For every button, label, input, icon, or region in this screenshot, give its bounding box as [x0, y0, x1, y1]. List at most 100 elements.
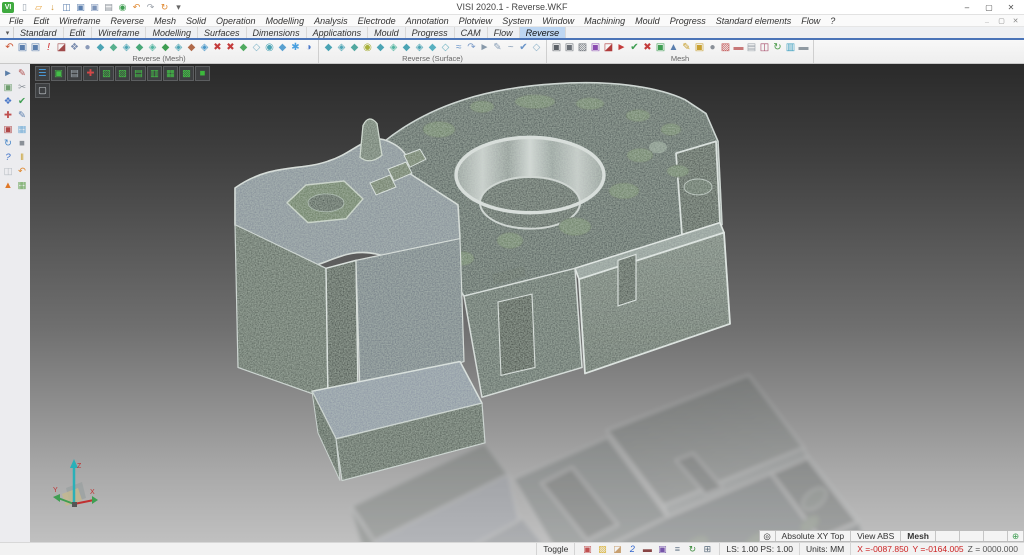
mesh-mode-indicator[interactable]: Mesh [901, 531, 936, 541]
tab-reverse[interactable]: Reverse [520, 27, 567, 38]
mesh-section-icon[interactable]: ◇ [250, 41, 263, 55]
workplane-edit-icon[interactable]: ✚ [1, 108, 15, 122]
surface-cylinder-icon[interactable]: ◈ [387, 41, 400, 55]
curve-offset-icon[interactable]: ◇ [530, 41, 543, 55]
validate-check-icon[interactable]: ✔ [15, 94, 29, 108]
surface-offset-icon[interactable]: ◆ [426, 41, 439, 55]
flame-icon[interactable]: ▲ [1, 178, 15, 192]
dynamic-rotate-icon[interactable]: ✚ [83, 66, 98, 81]
new-file-icon[interactable]: ▯ [18, 1, 31, 14]
mesh-sew-icon[interactable]: ◆ [237, 41, 250, 55]
refresh-icon[interactable]: ↻ [1, 136, 15, 150]
view-back-icon[interactable]: ▨ [115, 66, 130, 81]
curve-analyze-icon[interactable]: ✔ [517, 41, 530, 55]
menu-item[interactable]: Flow [796, 16, 825, 26]
mesh-merge-icon[interactable]: ◆ [159, 41, 172, 55]
selection-frame-icon[interactable]: ▣ [1, 80, 15, 94]
view-menu-icon[interactable]: ☰ [35, 66, 50, 81]
mesh-sphere-fit-icon[interactable]: ● [706, 41, 719, 55]
mesh-info-icon[interactable]: ! [42, 41, 55, 55]
mesh-create-icon[interactable]: ▣ [550, 41, 563, 55]
menu-item[interactable]: Window [537, 16, 579, 26]
menu-item[interactable]: Modelling [261, 16, 310, 26]
menu-item[interactable]: Edit [29, 16, 55, 26]
import-file-icon[interactable]: ↓ [46, 1, 59, 14]
toolbar-options-caret[interactable]: ▾ [2, 27, 14, 38]
pencil-edit-icon[interactable]: ✎ [15, 108, 29, 122]
tab-wireframe[interactable]: Wireframe [92, 27, 146, 38]
menu-item[interactable]: System [497, 16, 537, 26]
mesh-annotate-icon[interactable]: ✎ [680, 41, 693, 55]
mdi-close-button[interactable]: ✕ [1009, 16, 1022, 26]
save-as-icon[interactable]: ▣ [74, 1, 87, 14]
mesh-undo-icon[interactable]: ↶ [3, 41, 16, 55]
view-iso-icon[interactable]: ■ [195, 66, 210, 81]
mesh-shade-plane-icon[interactable]: ▬ [797, 41, 810, 55]
mesh-split-icon[interactable]: ◈ [172, 41, 185, 55]
close-button[interactable]: ✕ [1000, 1, 1022, 14]
minimize-button[interactable]: – [956, 1, 978, 14]
mesh-delete-region-icon[interactable]: ✖ [224, 41, 237, 55]
curve-from-mesh-icon[interactable]: ≈ [452, 41, 465, 55]
mesh-compare-icon[interactable]: ◪ [602, 41, 615, 55]
grid-icon[interactable]: ⊞ [701, 544, 713, 555]
workplane-indicator[interactable]: Absolute XY Top [776, 531, 852, 541]
mesh-sphere-icon[interactable]: ● [81, 41, 94, 55]
menu-item[interactable]: Operation [211, 16, 261, 26]
menu-item[interactable]: Electrode [353, 16, 401, 26]
mesh-wireframe-icon[interactable]: ▨ [576, 41, 589, 55]
save-icon[interactable]: ◫ [60, 1, 73, 14]
workplane-status-icon[interactable]: ▣ [581, 544, 593, 555]
tab-surfaces[interactable]: Surfaces [198, 27, 247, 38]
tab-standard[interactable]: Standard [14, 27, 64, 38]
world-icon[interactable]: ⊕ [1008, 531, 1024, 541]
zoom-tool-icon[interactable]: ◎ [760, 531, 776, 541]
mesh-recycle-icon[interactable]: ↻ [771, 41, 784, 55]
glass-pane-icon[interactable]: ▦ [15, 122, 29, 136]
customize-quick-access-icon[interactable]: ▾ [172, 1, 185, 14]
viewport-canvas[interactable] [30, 64, 1024, 542]
mesh-paint-icon[interactable]: ✱ [289, 41, 302, 55]
menu-item[interactable]: Progress [665, 16, 711, 26]
surface-trim-icon[interactable]: ◈ [413, 41, 426, 55]
menu-item[interactable]: Solid [181, 16, 211, 26]
mesh-refine-icon[interactable]: ❖ [68, 41, 81, 55]
mesh-plane-icon[interactable]: ▬ [732, 41, 745, 55]
sketch-delete-icon[interactable]: ✎ [15, 66, 29, 80]
mesh-deviation-icon[interactable]: ▥ [784, 41, 797, 55]
surface-edge-icon[interactable]: ◇ [439, 41, 452, 55]
menu-item[interactable]: Annotation [401, 16, 454, 26]
gray-cube-icon[interactable]: ■ [15, 136, 29, 150]
menu-item[interactable]: Mesh [149, 16, 181, 26]
plot-preview-icon[interactable]: ◉ [116, 1, 129, 14]
refresh-green-icon[interactable]: ↻ [686, 544, 698, 555]
units-indicator[interactable]: Units: MM [799, 543, 850, 555]
zoom-window-icon[interactable]: ▣ [51, 66, 66, 81]
mesh-flip-icon[interactable]: ◈ [146, 41, 159, 55]
menu-item[interactable]: Standard elements [711, 16, 797, 26]
surface-extend-icon[interactable]: ◆ [400, 41, 413, 55]
menu-item[interactable]: Wireframe [54, 16, 105, 26]
mesh-import-icon[interactable]: ▣ [16, 41, 29, 55]
tab-applications[interactable]: Applications [307, 27, 369, 38]
open-file-icon[interactable]: ▱ [32, 1, 45, 14]
menu-item[interactable]: Mould [630, 16, 665, 26]
view-abs-indicator[interactable]: View ABS [851, 531, 901, 541]
mesh-extend-icon[interactable]: ◈ [198, 41, 211, 55]
mesh-subdivide-icon[interactable]: ◆ [133, 41, 146, 55]
mesh-flag-icon[interactable]: ► [615, 41, 628, 55]
mesh-color-icon[interactable]: ▣ [589, 41, 602, 55]
tab-mould[interactable]: Mould [368, 27, 406, 38]
mesh-book-icon[interactable]: ◫ [758, 41, 771, 55]
mesh-delete-plane-icon[interactable]: ▨ [719, 41, 732, 55]
scale-indicator[interactable]: LS: 1.00 PS: 1.00 [719, 543, 799, 555]
surface-primitives-icon[interactable]: ◉ [361, 41, 374, 55]
maximize-button[interactable]: ▢ [978, 1, 1000, 14]
mesh-tools-icon[interactable]: ❖ [1, 94, 15, 108]
view-right-icon[interactable]: ▥ [147, 66, 162, 81]
select-icon[interactable]: ► [1, 66, 15, 80]
mesh-smooth-icon[interactable]: ◆ [94, 41, 107, 55]
menu-item[interactable]: ? [825, 16, 840, 26]
measure-posts-icon[interactable]: ‖ [15, 150, 29, 164]
mesh-trim-icon[interactable]: ◆ [185, 41, 198, 55]
